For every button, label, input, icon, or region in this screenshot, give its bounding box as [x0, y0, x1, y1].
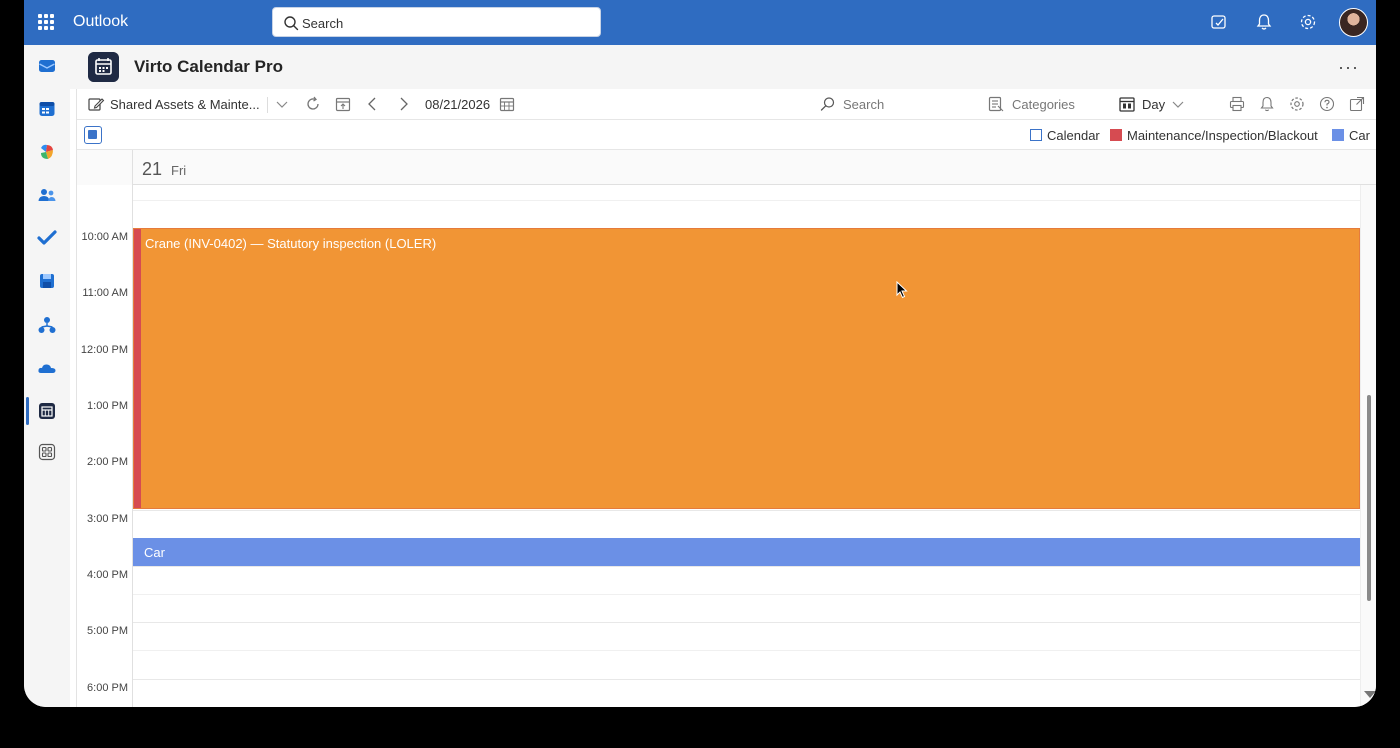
- scroll-down-arrow[interactable]: [1364, 691, 1376, 698]
- print-icon[interactable]: [1228, 95, 1246, 113]
- copilot-icon[interactable]: [37, 142, 57, 162]
- mouse-cursor-icon: [896, 281, 908, 299]
- select-all-checkbox[interactable]: [84, 126, 102, 144]
- search-icon[interactable]: [819, 95, 837, 113]
- onedrive-icon[interactable]: [37, 358, 57, 378]
- help-icon[interactable]: [1318, 95, 1336, 113]
- day-number[interactable]: 21: [142, 159, 162, 180]
- virto-calendar-icon[interactable]: [37, 401, 57, 421]
- legend-item-maintenance[interactable]: Maintenance/Inspection/Blackout: [1127, 128, 1318, 143]
- calendar-panel: Shared Assets & Mainte... 08/21/2026 Sea…: [76, 89, 1376, 707]
- legend-item-car[interactable]: Car: [1349, 128, 1370, 143]
- event-car[interactable]: Car: [133, 538, 1360, 566]
- date-picker-icon[interactable]: [498, 95, 516, 113]
- app-header: Virto Calendar Pro ···: [70, 45, 1376, 89]
- global-search-input[interactable]: [302, 13, 592, 33]
- day-header: 21 Fri: [77, 150, 1376, 185]
- settings-gear-icon[interactable]: [1288, 95, 1306, 113]
- time-label: 11:00 AM: [82, 287, 128, 299]
- chevron-down-icon[interactable]: [1171, 95, 1185, 113]
- date-display[interactable]: 08/21/2026: [425, 97, 490, 112]
- event-title: Car: [144, 545, 165, 560]
- rail-active-indicator: [26, 397, 29, 425]
- time-gutter-header: [77, 150, 133, 185]
- virto-app-logo: [88, 52, 119, 82]
- time-column: 10:00 AM 11:00 AM 12:00 PM 1:00 PM 2:00 …: [77, 185, 133, 707]
- chevron-down-icon[interactable]: [275, 95, 289, 113]
- avatar[interactable]: [1339, 8, 1368, 37]
- app-title: Virto Calendar Pro: [134, 57, 283, 76]
- day-column[interactable]: Crane (INV-0402) — Statutory inspection …: [133, 185, 1360, 707]
- time-label: 3:00 PM: [87, 513, 128, 525]
- mail-icon[interactable]: [37, 56, 57, 76]
- time-label: 12:00 PM: [80, 344, 128, 356]
- legend-swatch-car: [1332, 129, 1344, 141]
- time-label: 4:00 PM: [87, 569, 128, 581]
- people-icon[interactable]: [37, 185, 57, 205]
- day-grid: 10:00 AM 11:00 AM 12:00 PM 1:00 PM 2:00 …: [77, 185, 1376, 707]
- time-label: 2:00 PM: [87, 456, 128, 468]
- legend-swatch-calendar: [1030, 129, 1042, 141]
- legend-row: Calendar Maintenance/Inspection/Blackout…: [77, 120, 1376, 150]
- event-title: Crane (INV-0402) — Statutory inspection …: [145, 236, 437, 251]
- calendar-toolbar: Shared Assets & Mainte... 08/21/2026 Sea…: [77, 89, 1376, 120]
- apps-icon[interactable]: [37, 442, 57, 462]
- calendar-selector[interactable]: Shared Assets & Mainte...: [110, 97, 260, 112]
- chevron-left-icon[interactable]: [366, 95, 380, 113]
- save-icon[interactable]: [37, 271, 57, 291]
- chevron-right-icon[interactable]: [396, 95, 410, 113]
- vertical-scrollbar[interactable]: [1360, 185, 1376, 707]
- refresh-icon[interactable]: [304, 95, 322, 113]
- left-rail: [24, 45, 70, 707]
- org-icon[interactable]: [37, 315, 57, 335]
- scroll-thumb[interactable]: [1367, 395, 1371, 601]
- calendar-search[interactable]: Search: [843, 97, 884, 112]
- view-selector[interactable]: Day: [1142, 97, 1165, 112]
- top-bar: Outlook: [24, 0, 1376, 45]
- calendar-icon[interactable]: [37, 99, 57, 119]
- outlook-window: Outlook Virto Calendar Pro ··· Sha: [24, 0, 1376, 707]
- bell-icon[interactable]: [1254, 12, 1274, 32]
- more-options-icon[interactable]: ···: [1338, 57, 1359, 78]
- today-icon[interactable]: [334, 95, 352, 113]
- popout-icon[interactable]: [1348, 95, 1366, 113]
- legend-swatch-maintenance: [1110, 129, 1122, 141]
- toolbar-separator: [267, 97, 268, 113]
- gear-icon[interactable]: [1298, 12, 1318, 32]
- day-name: Fri: [171, 163, 187, 178]
- time-label: 10:00 AM: [81, 231, 128, 243]
- day-view-icon[interactable]: [1118, 95, 1136, 113]
- app-name[interactable]: Outlook: [73, 13, 128, 31]
- reminder-bell-icon[interactable]: [1258, 95, 1276, 113]
- categories-icon[interactable]: [987, 95, 1005, 113]
- legend-item-calendar[interactable]: Calendar: [1047, 128, 1100, 143]
- search-icon: [284, 16, 299, 31]
- global-search-box[interactable]: [272, 7, 601, 37]
- time-label: 6:00 PM: [87, 682, 128, 694]
- todo-icon[interactable]: [37, 228, 57, 248]
- categories-button[interactable]: Categories: [1012, 97, 1075, 112]
- event-category-stripe: [134, 229, 141, 508]
- time-label: 5:00 PM: [87, 625, 128, 637]
- time-label: 1:00 PM: [87, 400, 128, 412]
- edit-calendar-icon[interactable]: [87, 95, 105, 113]
- app-launcher-icon[interactable]: [38, 14, 54, 30]
- event-crane-inspection[interactable]: Crane (INV-0402) — Statutory inspection …: [133, 228, 1360, 509]
- my-day-icon[interactable]: [1209, 12, 1229, 32]
